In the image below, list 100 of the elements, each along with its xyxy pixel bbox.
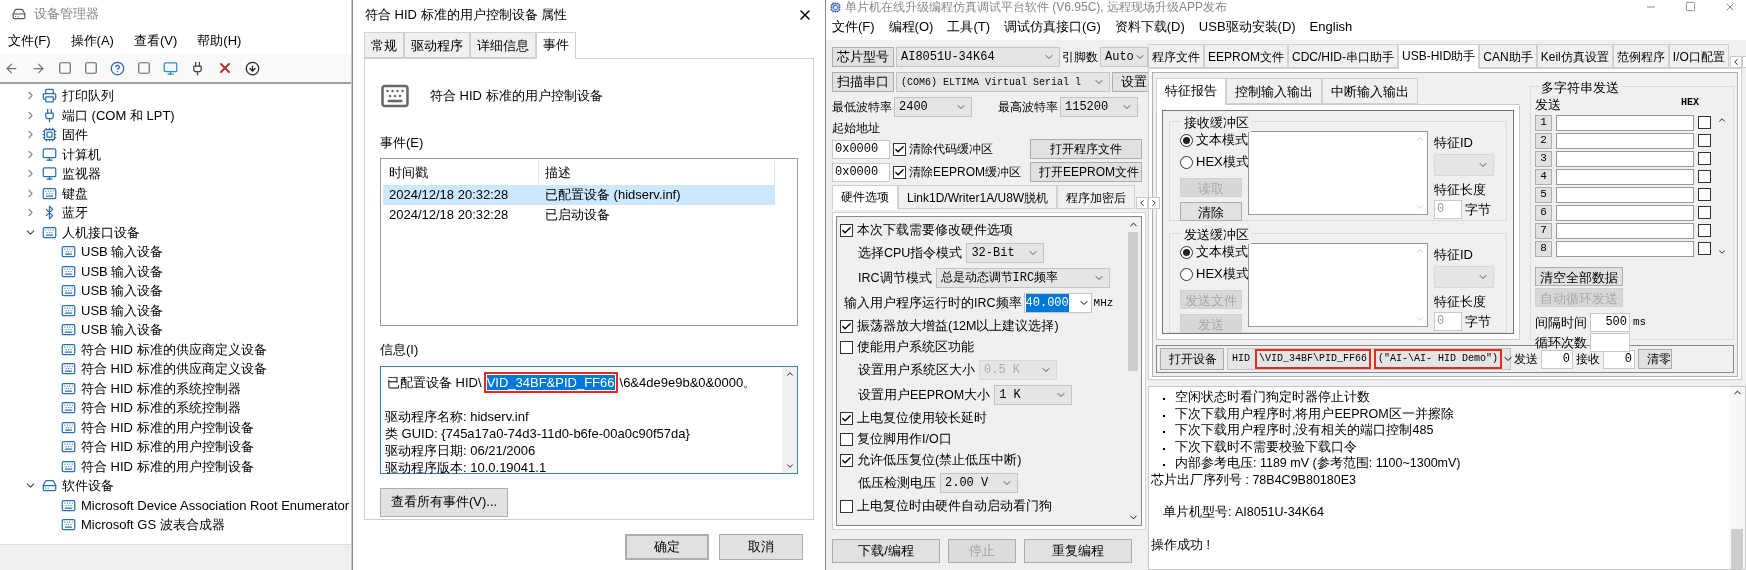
ok-button[interactable]: 确定 [625, 534, 709, 560]
tab[interactable]: 硬件选项 [832, 185, 898, 210]
checkbox[interactable] [1698, 206, 1711, 219]
loop-count-field[interactable] [1590, 333, 1630, 353]
input-field[interactable] [1556, 132, 1694, 149]
menu-item[interactable]: 文件(F) [832, 17, 875, 37]
tree-item[interactable]: USB 输入设备 [81, 320, 164, 340]
button[interactable]: 清空全部数据 [1535, 266, 1623, 286]
tree-item[interactable]: 符合 HID 标准的用户控制设备 [81, 456, 254, 476]
back-icon[interactable] [4, 60, 19, 76]
checkbox[interactable] [1698, 188, 1711, 201]
device-dropdown[interactable]: HID \VID_34BF\PID_FF66 ("AI-\AI- HID Demo") [1227, 348, 1511, 370]
tree-item[interactable]: 符合 HID 标准的系统控制器 [81, 378, 241, 398]
tree-item[interactable]: USB 输入设备 [81, 281, 164, 301]
menu-item[interactable]: 编程(O) [888, 17, 934, 37]
menu-item[interactable]: 查看(V) [133, 31, 178, 51]
action-button[interactable]: 下载/编程 [832, 539, 940, 563]
frequency-field[interactable]: 40.000 [1023, 293, 1092, 313]
checkbox[interactable] [840, 453, 853, 467]
menu-item[interactable]: 工具(T) [947, 17, 990, 37]
tab[interactable]: 驱动程序 [404, 32, 470, 58]
help-icon[interactable] [110, 60, 125, 76]
input-field[interactable] [1556, 114, 1694, 131]
scrollbar[interactable] [782, 366, 797, 473]
plug-icon[interactable] [190, 60, 205, 76]
tab[interactable]: Keil仿真设置 [1536, 44, 1613, 68]
tree-item[interactable]: 符合 HID 标准的用户控制设备 [81, 437, 254, 457]
send-button[interactable]: 2 [1535, 132, 1552, 149]
checkbox[interactable] [1698, 116, 1711, 129]
send-button[interactable]: 3 [1535, 150, 1552, 167]
tab[interactable]: 特征报告 [1156, 78, 1226, 105]
tree-item[interactable]: Microsoft GS 波表合成器 [81, 515, 225, 535]
open-file-button[interactable]: 打开EEPROM文件 [1030, 162, 1142, 182]
send-button[interactable]: 4 [1535, 168, 1552, 185]
input-field[interactable] [1556, 186, 1694, 203]
chip-model-button[interactable]: 芯片型号 [832, 47, 894, 67]
tree-item[interactable]: 固件 [62, 125, 88, 145]
tab[interactable]: 程序加密后 [1057, 185, 1136, 209]
menu-item[interactable]: 文件(F) [8, 31, 51, 51]
checkbox[interactable] [840, 499, 853, 513]
checkbox[interactable] [840, 411, 853, 425]
tab[interactable]: 控制输入输出 [1226, 78, 1322, 104]
checkbox[interactable] [893, 165, 906, 179]
checkbox[interactable] [840, 340, 853, 354]
tree-item[interactable]: 人机接口设备 [62, 222, 140, 242]
send-count-field[interactable]: 0 [1541, 349, 1573, 369]
tab[interactable]: CDC/HID-串口助手 [1288, 44, 1398, 68]
tree-item[interactable]: Microsoft Device Association Root Enumerator [81, 495, 350, 515]
scrollbar-thumb[interactable] [1731, 529, 1743, 569]
tab[interactable]: Link1D/Writer1A/U8W脱机 [898, 185, 1058, 209]
radio-button[interactable] [1180, 245, 1193, 259]
send-button[interactable]: 7 [1535, 222, 1552, 239]
tab[interactable]: 详细信息 [470, 32, 536, 58]
input-field[interactable] [1556, 204, 1694, 221]
interval-field[interactable]: 500 [1590, 312, 1630, 332]
dropdown[interactable]: 2400 [894, 97, 972, 117]
settings-button[interactable]: 设置 [1112, 72, 1150, 92]
dropdown[interactable]: 1 K [994, 385, 1073, 405]
dropdown[interactable]: 32-Bit [966, 243, 1045, 263]
dropdown[interactable]: 115200 [1060, 97, 1138, 117]
tree-item[interactable]: 打印队列 [62, 86, 114, 106]
tab[interactable]: I/O口配置 [1668, 44, 1729, 68]
menu-item[interactable]: 帮助(H) [197, 31, 242, 51]
dropdown[interactable]: Auto [1100, 47, 1148, 67]
tree-item[interactable]: 蓝牙 [62, 203, 88, 223]
tree-item[interactable]: 软件设备 [62, 476, 114, 496]
dropdown[interactable]: 2.00 V [940, 473, 1018, 493]
tab[interactable]: 中断输入输出 [1322, 78, 1418, 104]
checkbox[interactable] [840, 319, 853, 333]
send-button[interactable]: 5 [1535, 186, 1552, 203]
menu-item[interactable]: USB驱动安装(D) [1198, 17, 1296, 37]
monitor-icon[interactable] [163, 60, 178, 76]
input-field[interactable] [1556, 222, 1694, 239]
checkbox[interactable] [840, 432, 853, 446]
scrollbar[interactable] [1729, 387, 1745, 569]
dropdown[interactable]: 总是动态调节IRC频率 [935, 268, 1110, 288]
tree-item[interactable]: USB 输入设备 [81, 261, 164, 281]
input-field[interactable] [1556, 150, 1694, 167]
checkbox[interactable] [840, 223, 853, 237]
info-text-box[interactable]: 已配置设备 HID\ VID_34BF&PID_FF66 \6&4de9e9b&0&0000。 驱动程序名称: hidserv.inf 类 GUID: {745a17a0-74d3-11d0-b6fe-00a0c90f57da} 驱动程序日期: 06/21/2006 驱动程序版本: 10.0.19041.1 [380, 365, 798, 474]
address-field[interactable]: 0x0000 [832, 139, 890, 159]
scrollbar-thumb[interactable] [1128, 232, 1138, 371]
tab[interactable]: 程序文件 [1148, 44, 1204, 68]
menu-item[interactable]: 操作(A) [70, 31, 114, 51]
tab[interactable]: EEPROM文件 [1204, 44, 1288, 68]
dropdown[interactable]: (COM6) ELTIMA Virtual Serial l [896, 72, 1110, 92]
tab[interactable]: USB-HID助手 [1398, 44, 1480, 69]
tree-item[interactable]: 符合 HID 标准的供应商定义设备 [81, 339, 267, 359]
menu-item[interactable]: 资料下载(D) [1114, 17, 1185, 37]
tab[interactable]: 范例程序 [1612, 44, 1669, 68]
input-field[interactable] [1556, 240, 1694, 257]
tree-item[interactable]: 端口 (COM 和 LPT) [62, 105, 175, 125]
checkbox[interactable] [893, 142, 906, 156]
radio-button[interactable] [1180, 155, 1193, 169]
send-button[interactable]: 1 [1535, 114, 1552, 131]
tab[interactable]: CAN助手 [1479, 44, 1537, 68]
tab[interactable]: 事件 [536, 32, 576, 59]
scroll-left-icon[interactable] [1136, 197, 1149, 209]
scan-port-button[interactable]: 扫描串口 [832, 72, 894, 92]
cancel-button[interactable]: 取消 [719, 534, 803, 560]
